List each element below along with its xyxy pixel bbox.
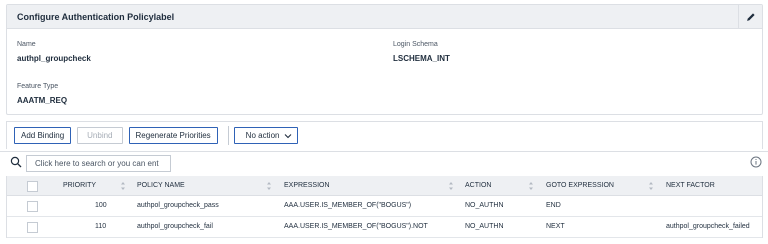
chevron-down-icon xyxy=(285,133,292,138)
name-field: Name authpl_groupcheck xyxy=(17,41,91,63)
info-icon[interactable] xyxy=(750,156,762,168)
priority-cell: 100 xyxy=(95,202,107,209)
table-header: PRIORITY POLICY NAME EXPRESSION ACTION G… xyxy=(7,176,762,196)
add-binding-button[interactable]: Add Binding xyxy=(14,127,72,144)
regenerate-priorities-button[interactable]: Regenerate Priorities xyxy=(128,127,218,144)
column-header-policy-name[interactable]: POLICY NAME xyxy=(137,182,185,189)
login-schema-field: Login Schema LSCHEMA_INT xyxy=(393,41,450,63)
priority-cell: 110 xyxy=(95,223,107,230)
column-header-next-factor[interactable]: NEXT FACTOR xyxy=(666,182,715,189)
login-schema-value: LSCHEMA_INT xyxy=(393,54,450,63)
column-header-action[interactable]: ACTION xyxy=(465,182,491,189)
feature-type-field: Feature Type AAATM_REQ xyxy=(17,83,67,105)
name-value: authpl_groupcheck xyxy=(17,54,91,63)
toolbar-divider xyxy=(227,126,229,145)
search-icon[interactable] xyxy=(10,156,22,168)
column-header-goto-expression[interactable]: GOTO EXPRESSION xyxy=(546,182,614,189)
search-placeholder: Click here to search or you can ent xyxy=(35,159,159,168)
panel-header: Configure Authentication Policylabel xyxy=(7,5,762,29)
edit-button[interactable] xyxy=(738,5,762,28)
bindings-table: PRIORITY POLICY NAME EXPRESSION ACTION G… xyxy=(6,176,763,238)
policylabel-panel: Configure Authentication Policylabel Nam… xyxy=(6,4,763,115)
action-cell: NO_AUTHN xyxy=(465,202,504,209)
next-factor-cell[interactable]: authpol_groupcheck_failed xyxy=(666,223,750,230)
column-header-priority[interactable]: PRIORITY xyxy=(63,182,96,189)
sort-icon[interactable] xyxy=(527,180,535,192)
action-dropdown-label: No action xyxy=(245,131,280,140)
unbind-button[interactable]: Unbind xyxy=(77,127,123,144)
row-checkbox[interactable] xyxy=(27,201,38,212)
pencil-icon xyxy=(746,12,755,21)
policy-name-cell: authpol_groupcheck_fail xyxy=(137,223,213,230)
sort-icon[interactable] xyxy=(447,180,455,192)
panel-title: Configure Authentication Policylabel xyxy=(17,11,175,22)
table-row[interactable]: 110 authpol_groupcheck_fail AAA.USER.IS_… xyxy=(7,217,762,238)
sort-icon[interactable] xyxy=(647,180,655,192)
sort-icon[interactable] xyxy=(119,180,127,192)
expression-cell: AAA.USER.IS_MEMBER_OF("BOGUS").NOT xyxy=(284,223,428,230)
binding-toolbar: Add Binding Unbind Regenerate Priorities… xyxy=(6,121,763,149)
expression-cell: AAA.USER.IS_MEMBER_OF("BOGUS") xyxy=(284,202,412,209)
sort-icon[interactable] xyxy=(265,180,273,192)
column-header-expression[interactable]: EXPRESSION xyxy=(284,182,330,189)
policy-name-cell: authpol_groupcheck_pass xyxy=(137,202,219,209)
feature-type-label: Feature Type xyxy=(17,83,59,90)
search-input[interactable]: Click here to search or you can ent xyxy=(26,155,171,172)
name-label: Name xyxy=(17,41,36,48)
feature-type-value: AAATM_REQ xyxy=(17,96,68,105)
table-row[interactable]: 100 authpol_groupcheck_pass AAA.USER.IS_… xyxy=(7,196,762,217)
select-all-checkbox[interactable] xyxy=(27,181,38,192)
goto-expression-cell: NEXT xyxy=(546,223,565,230)
search-row: Click here to search or you can ent xyxy=(0,151,768,173)
goto-expression-cell: END xyxy=(546,202,561,209)
action-cell: NO_AUTHN xyxy=(465,223,504,230)
row-checkbox[interactable] xyxy=(27,222,38,233)
login-schema-label: Login Schema xyxy=(393,41,438,48)
action-dropdown[interactable]: No action xyxy=(233,127,299,144)
